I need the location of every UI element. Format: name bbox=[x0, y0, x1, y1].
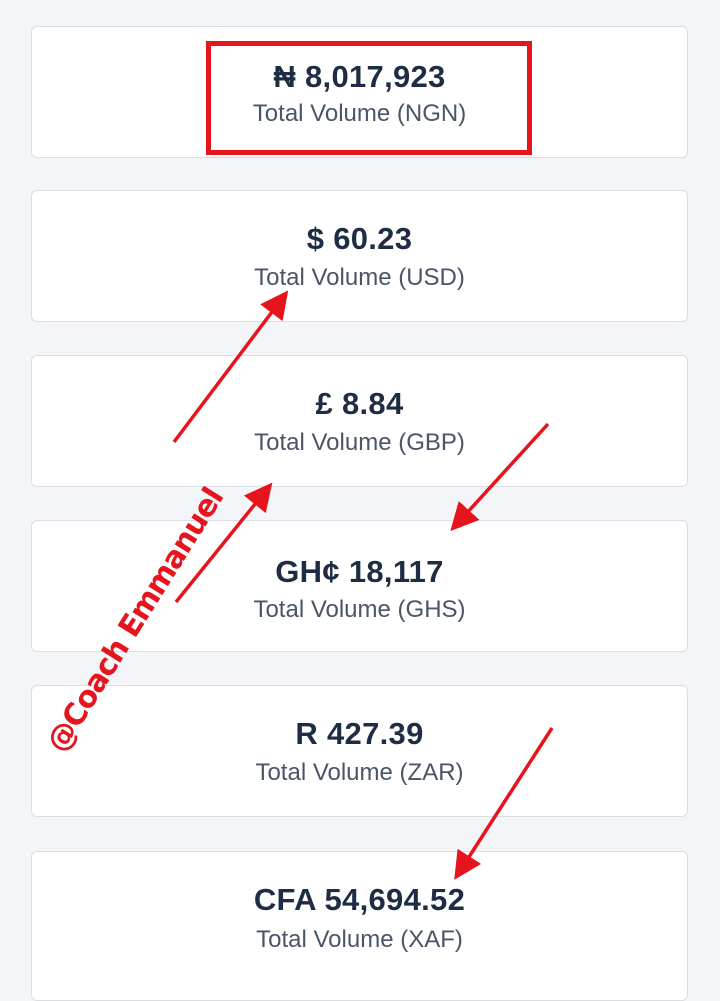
volume-label-zar: Total Volume (ZAR) bbox=[255, 759, 464, 786]
volume-card-ngn: ₦ 8,017,923 Total Volume (NGN) bbox=[31, 26, 688, 158]
volume-label-xaf: Total Volume (XAF) bbox=[256, 926, 463, 953]
volume-label-gbp: Total Volume (GBP) bbox=[254, 429, 465, 456]
volume-card-gbp: £ 8.84 Total Volume (GBP) bbox=[31, 355, 688, 487]
volume-card-zar: R 427.39 Total Volume (ZAR) bbox=[31, 685, 688, 817]
volume-amount-xaf: CFA 54,694.52 bbox=[253, 882, 466, 917]
volume-label-usd: Total Volume (USD) bbox=[254, 264, 465, 291]
volume-amount-ghs: GH¢ 18,117 bbox=[275, 554, 444, 589]
volume-card-usd: $ 60.23 Total Volume (USD) bbox=[31, 190, 688, 322]
volume-label-ngn: Total Volume (NGN) bbox=[252, 100, 467, 127]
volume-amount-gbp: £ 8.84 bbox=[315, 386, 404, 421]
volume-amount-usd: $ 60.23 bbox=[306, 221, 413, 256]
volume-amount-zar: R 427.39 bbox=[295, 716, 424, 751]
volume-card-xaf: CFA 54,694.52 Total Volume (XAF) bbox=[31, 851, 688, 1001]
volume-amount-ngn: ₦ 8,017,923 bbox=[273, 59, 446, 94]
